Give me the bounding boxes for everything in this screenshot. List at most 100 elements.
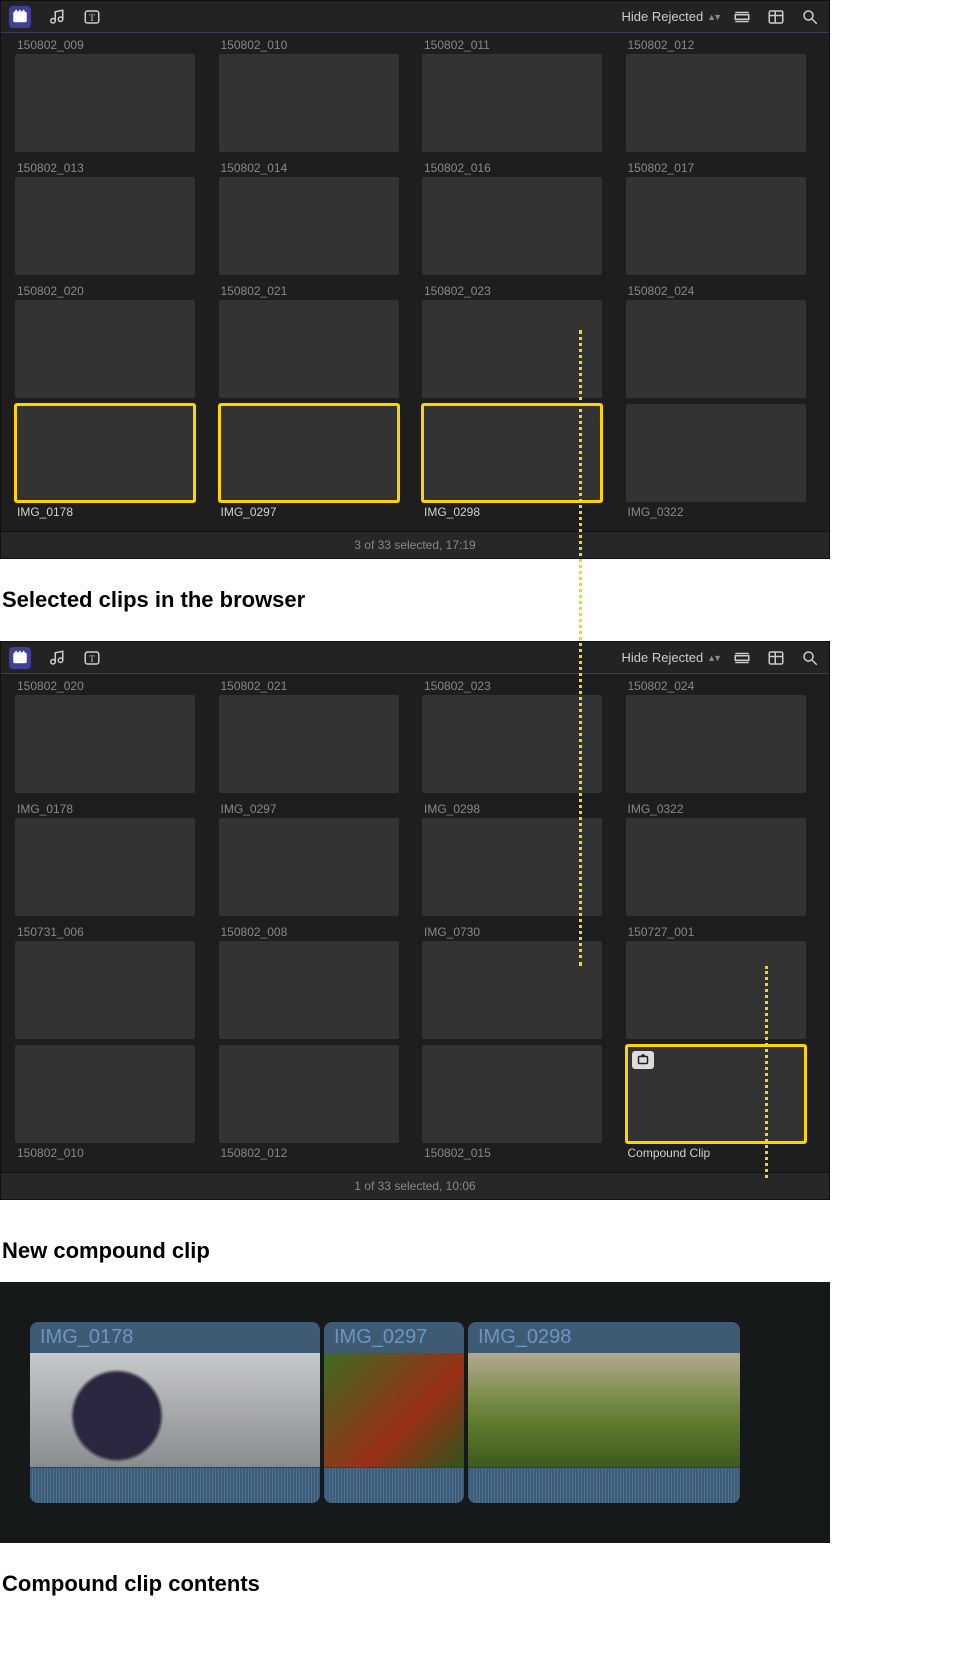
clip-thumbnail[interactable]	[219, 695, 399, 793]
clip-item[interactable]: 150802_023	[422, 281, 612, 398]
clip-label: 150802_021	[219, 676, 409, 695]
clip-thumbnail[interactable]	[219, 941, 399, 1039]
clip-item[interactable]: 150802_012	[219, 1045, 409, 1162]
clip-item[interactable]: IMG_0298	[422, 799, 612, 916]
clip-label: 150802_020	[15, 281, 205, 300]
timeline-clip-waveform	[324, 1467, 464, 1503]
search-icon[interactable]	[799, 647, 821, 669]
titles-tab-icon[interactable]: T	[81, 6, 103, 28]
clip-item[interactable]: IMG_0730	[422, 922, 612, 1039]
clip-label: IMG_0178	[15, 799, 205, 818]
clip-thumbnail[interactable]	[219, 1045, 399, 1143]
timeline-clip[interactable]: IMG_0297	[324, 1322, 464, 1503]
clip-item[interactable]: IMG_0322	[626, 799, 816, 916]
clip-item[interactable]: 150802_016	[422, 158, 612, 275]
clip-appearance-icon[interactable]	[731, 647, 753, 669]
clip-filter-dropdown[interactable]: Hide Rejected▲▼	[622, 9, 719, 24]
clip-item[interactable]: IMG_0322	[626, 404, 816, 521]
clip-item[interactable]: 150802_020	[15, 676, 205, 793]
clip-item[interactable]: 150802_017	[626, 158, 816, 275]
clip-thumbnail[interactable]	[422, 941, 602, 1039]
clip-thumbnail[interactable]	[422, 404, 602, 502]
clip-item[interactable]: 150802_013	[15, 158, 205, 275]
clip-thumbnail[interactable]	[15, 818, 195, 916]
toolbar: T Hide Rejected▲▼	[1, 1, 829, 33]
clip-thumbnail[interactable]	[626, 54, 806, 152]
clip-thumbnail[interactable]	[626, 300, 806, 398]
timeline[interactable]: IMG_0178IMG_0297IMG_0298	[30, 1322, 800, 1503]
titles-tab-icon[interactable]: T	[81, 647, 103, 669]
clip-thumbnail[interactable]	[219, 818, 399, 916]
clip-thumbnail[interactable]	[422, 54, 602, 152]
timeline-clip-thumbnail	[468, 1353, 740, 1467]
clip-label: 150802_023	[422, 281, 612, 300]
clip-thumbnail[interactable]	[15, 404, 195, 502]
clip-label: IMG_0322	[626, 502, 816, 521]
list-view-icon[interactable]	[765, 647, 787, 669]
clip-thumbnail[interactable]	[15, 300, 195, 398]
clip-thumbnail[interactable]	[626, 1045, 806, 1143]
audio-tab-icon[interactable]	[45, 6, 67, 28]
clip-thumbnail[interactable]	[422, 818, 602, 916]
clip-label: IMG_0298	[422, 502, 612, 521]
clip-thumbnail[interactable]	[15, 1045, 195, 1143]
clip-item[interactable]: IMG_0297	[219, 799, 409, 916]
clip-item[interactable]: 150802_008	[219, 922, 409, 1039]
clip-thumbnail[interactable]	[15, 695, 195, 793]
clip-item[interactable]: 150802_012	[626, 35, 816, 152]
clip-item[interactable]: 150802_009	[15, 35, 205, 152]
clip-thumbnail[interactable]	[626, 818, 806, 916]
timeline-clip[interactable]: IMG_0298	[468, 1322, 740, 1503]
clip-thumbnail[interactable]	[422, 1045, 602, 1143]
clips-tab-icon[interactable]	[9, 6, 31, 28]
clip-thumbnail[interactable]	[219, 300, 399, 398]
clip-thumbnail[interactable]	[422, 177, 602, 275]
clip-label: 150802_011	[422, 35, 612, 54]
clip-thumbnail[interactable]	[626, 404, 806, 502]
caption-compound-contents: Compound clip contents	[0, 1543, 963, 1615]
search-icon[interactable]	[799, 6, 821, 28]
list-view-icon[interactable]	[765, 6, 787, 28]
clips-tab-icon[interactable]	[9, 647, 31, 669]
clip-label: 150802_020	[15, 676, 205, 695]
clip-thumbnail[interactable]	[626, 941, 806, 1039]
clip-item[interactable]: 150731_006	[15, 922, 205, 1039]
clip-label: 150727_001	[626, 922, 816, 941]
clip-thumbnail[interactable]	[626, 695, 806, 793]
clip-item[interactable]: 150802_010	[219, 35, 409, 152]
clip-item[interactable]: 150802_021	[219, 676, 409, 793]
clip-thumbnail[interactable]	[219, 404, 399, 502]
clip-thumbnail[interactable]	[422, 300, 602, 398]
clip-thumbnail[interactable]	[219, 177, 399, 275]
clip-item[interactable]: 150802_021	[219, 281, 409, 398]
clip-thumbnail[interactable]	[15, 177, 195, 275]
clip-label: 150802_012	[219, 1143, 409, 1162]
clip-item[interactable]: 150802_024	[626, 676, 816, 793]
clip-appearance-icon[interactable]	[731, 6, 753, 28]
clip-item[interactable]: 150802_020	[15, 281, 205, 398]
timeline-clip[interactable]: IMG_0178	[30, 1322, 320, 1503]
clip-item[interactable]: 150802_014	[219, 158, 409, 275]
clip-thumbnail[interactable]	[422, 695, 602, 793]
timeline-panel: IMG_0178IMG_0297IMG_0298	[0, 1282, 830, 1543]
clip-filter-dropdown[interactable]: Hide Rejected▲▼	[622, 650, 719, 665]
clip-item[interactable]: IMG_0297	[219, 404, 409, 521]
clip-item[interactable]: IMG_0298	[422, 404, 612, 521]
clip-item[interactable]: 150802_023	[422, 676, 612, 793]
clip-item[interactable]: 150802_011	[422, 35, 612, 152]
clip-item[interactable]: 150802_024	[626, 281, 816, 398]
clip-item[interactable]: IMG_0178	[15, 404, 205, 521]
clip-label: 150802_009	[15, 35, 205, 54]
clip-item[interactable]: Compound Clip	[626, 1045, 816, 1162]
audio-tab-icon[interactable]	[45, 647, 67, 669]
clip-item[interactable]: IMG_0178	[15, 799, 205, 916]
clip-label: 150802_008	[219, 922, 409, 941]
clip-thumbnail[interactable]	[15, 54, 195, 152]
clip-item[interactable]: 150727_001	[626, 922, 816, 1039]
clip-thumbnail[interactable]	[219, 54, 399, 152]
browser-panel-2: T Hide Rejected▲▼ 150802_020 150802_021 15…	[0, 641, 830, 1200]
clip-thumbnail[interactable]	[15, 941, 195, 1039]
clip-item[interactable]: 150802_010	[15, 1045, 205, 1162]
clip-thumbnail[interactable]	[626, 177, 806, 275]
clip-item[interactable]: 150802_015	[422, 1045, 612, 1162]
